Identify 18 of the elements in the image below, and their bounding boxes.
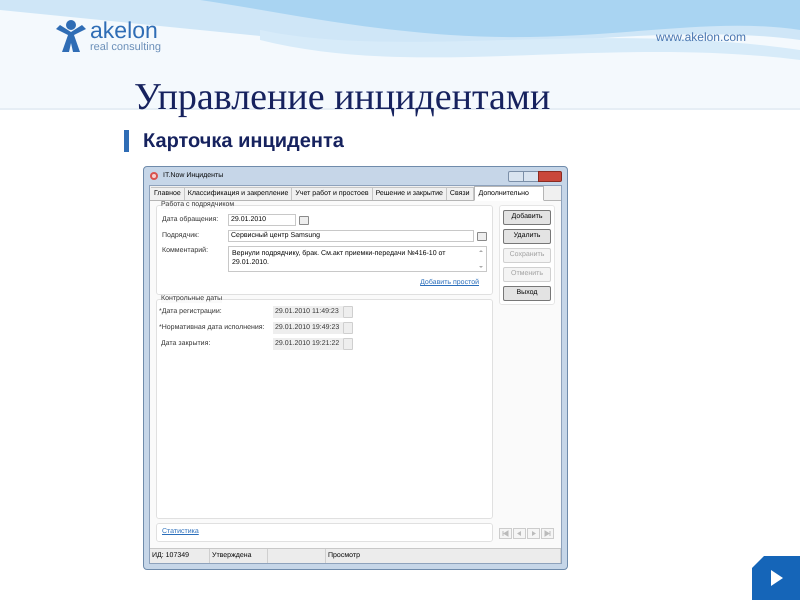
next-slide-button[interactable]: [752, 556, 800, 600]
ellipsis-button[interactable]: [299, 216, 309, 224]
slide-subtitle: Карточка инцидента: [143, 129, 344, 154]
close-button[interactable]: [538, 170, 562, 182]
accent-bar: [124, 130, 129, 152]
previous-page-button[interactable]: [513, 528, 526, 539]
first-page-button[interactable]: [499, 528, 512, 539]
person-logo-icon: [54, 19, 88, 53]
logo-wordmark: akelon: [90, 19, 158, 42]
slide-title: Управление инцидентами: [133, 75, 552, 120]
minimize-button[interactable]: [508, 170, 524, 182]
logo-tagline: real consulting: [90, 42, 161, 53]
next-page-button[interactable]: [527, 528, 540, 539]
website-url: www.akelon.com: [656, 29, 746, 46]
maximize-button[interactable]: [524, 170, 538, 182]
last-page-button[interactable]: [541, 528, 554, 539]
ellipsis-button[interactable]: [477, 232, 487, 240]
app-icon: [149, 171, 159, 181]
